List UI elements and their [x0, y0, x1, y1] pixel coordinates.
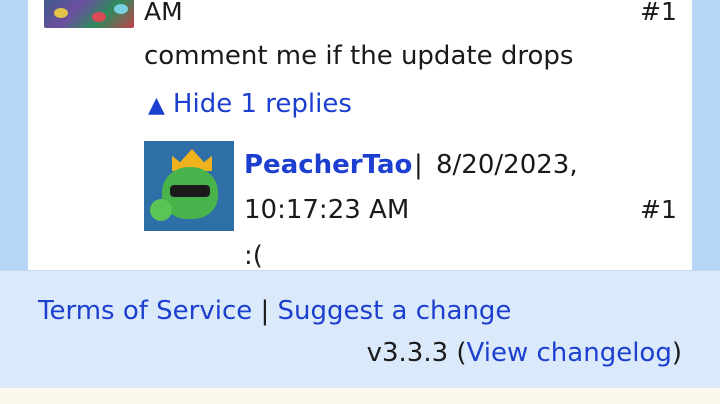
reply-avatar[interactable] [144, 141, 234, 231]
reply-meta-separator: | [414, 150, 423, 180]
reply-time: 10:17:23 AM [244, 195, 410, 225]
triangle-up-icon: ▲ [148, 93, 165, 118]
version-text: v3.3.3 [366, 338, 449, 368]
footer-links: Terms of Service | Suggest a change [38, 295, 511, 327]
reply-date: 8/20/2023, [436, 150, 578, 180]
sunglasses-icon [170, 185, 210, 197]
user-avatar[interactable] [44, 0, 134, 28]
open-paren: ( [456, 338, 467, 368]
hide-replies-label: Hide 1 replies [172, 89, 352, 119]
terms-of-service-link[interactable]: Terms of Service [38, 296, 252, 326]
page: AM #1 comment me if the update drops ▲ Hi… [0, 0, 720, 404]
reply-number: #1 [640, 195, 677, 224]
close-paren: ) [671, 338, 682, 368]
hide-replies-toggle[interactable]: ▲ Hide 1 replies [148, 88, 352, 122]
footer-separator: | [260, 296, 270, 326]
avatar-hand [150, 199, 172, 221]
comment-text: comment me if the update drops [144, 41, 574, 71]
version-line: v3.3.3 (View changelog) [367, 337, 682, 369]
site-footer: Terms of Service | Suggest a change v3.3… [0, 270, 720, 388]
comment-time-tail: AM [144, 0, 183, 26]
bottom-strip [0, 388, 720, 404]
suggest-change-link[interactable]: Suggest a change [278, 296, 512, 326]
reply-text: :( [244, 241, 263, 271]
comment-number: #1 [640, 0, 677, 26]
reply-username-link[interactable]: PeacherTao [244, 149, 412, 181]
view-changelog-link[interactable]: View changelog [467, 338, 672, 368]
